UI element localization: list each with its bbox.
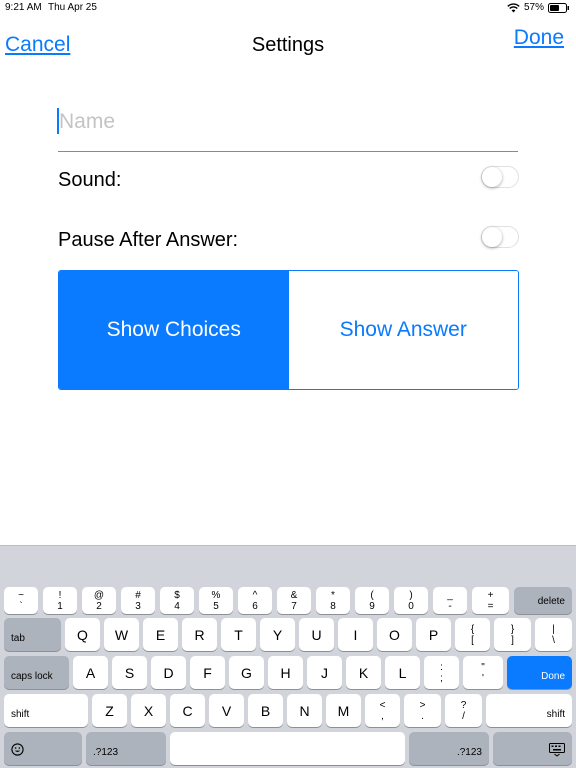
key-i[interactable]: I <box>338 618 373 651</box>
key-x[interactable]: X <box>131 694 166 727</box>
shift-right-key[interactable]: shift <box>486 694 572 727</box>
key-b[interactable]: B <box>248 694 283 727</box>
emoji-icon <box>11 743 24 759</box>
key-right-brace[interactable]: }] <box>494 618 531 651</box>
key-j[interactable]: J <box>307 656 342 689</box>
key-n[interactable]: N <box>287 694 322 727</box>
done-button[interactable]: Done <box>514 26 564 50</box>
name-field[interactable] <box>58 100 518 152</box>
key-y[interactable]: Y <box>260 618 295 651</box>
status-bar: 9:21 AM Thu Apr 25 57% <box>0 0 576 16</box>
pause-after-answer-toggle[interactable] <box>481 226 519 248</box>
keyboard-done-key[interactable]: Done <box>507 656 572 689</box>
key-tilde[interactable]: ~ ` <box>4 587 38 614</box>
key-k[interactable]: K <box>346 656 381 689</box>
key-c[interactable]: C <box>170 694 205 727</box>
wifi-icon <box>507 2 520 13</box>
key-comma[interactable]: <, <box>365 694 400 727</box>
key-minus[interactable]: _ - <box>433 587 467 614</box>
show-choices-segment[interactable]: Show Choices <box>59 271 289 389</box>
key-quote[interactable]: " ' <box>463 656 503 689</box>
status-time: 9:21 AM <box>5 2 42 13</box>
key-equals[interactable]: + = <box>472 587 509 614</box>
key-w[interactable]: W <box>104 618 139 651</box>
key-left-brace[interactable]: {[ <box>455 618 490 651</box>
key-q[interactable]: Q <box>65 618 100 651</box>
name-input[interactable] <box>58 106 518 138</box>
sound-toggle-knob <box>482 167 502 187</box>
key-r[interactable]: R <box>182 618 217 651</box>
key-f[interactable]: F <box>190 656 225 689</box>
key-g[interactable]: G <box>229 656 264 689</box>
numbers-right-key[interactable]: .?123 <box>409 732 489 765</box>
key-2[interactable]: @2 <box>82 587 116 614</box>
key-h[interactable]: H <box>268 656 303 689</box>
key-4[interactable]: $4 <box>160 587 194 614</box>
battery-percent: 57% <box>523 2 544 13</box>
key-z[interactable]: Z <box>92 694 127 727</box>
key-d[interactable]: D <box>151 656 186 689</box>
key-l[interactable]: L <box>385 656 420 689</box>
key-e[interactable]: E <box>143 618 178 651</box>
key-6[interactable]: ^ 6 <box>238 587 272 614</box>
key-5[interactable]: % 5 <box>199 587 233 614</box>
pause-toggle-knob <box>482 227 502 247</box>
key-s[interactable]: S <box>112 656 147 689</box>
key-o[interactable]: O <box>377 618 412 651</box>
key-a[interactable]: A <box>73 656 108 689</box>
key-0[interactable]: ) 0 <box>394 587 428 614</box>
key-1[interactable]: ! 1 <box>43 587 77 614</box>
key-p[interactable]: P <box>416 618 451 651</box>
keyboard-dismiss-key[interactable] <box>493 732 572 765</box>
tab-key[interactable]: tab <box>4 618 61 651</box>
sound-toggle[interactable] <box>481 166 519 188</box>
on-screen-keyboard: ~ ` ! 1 @2 #3 $4 % 5 ^ 6 & 7 * 8 (9 ) 0 _ - + = d… <box>0 545 576 768</box>
key-backslash[interactable]: | \ <box>535 618 572 651</box>
show-answer-segment[interactable]: Show Answer <box>288 271 518 389</box>
emoji-key[interactable] <box>4 732 82 765</box>
key-8[interactable]: * 8 <box>316 587 350 614</box>
keyboard-dismiss-icon <box>549 743 565 760</box>
shift-left-key[interactable]: shift <box>4 694 88 727</box>
numbers-left-key[interactable]: .?123 <box>86 732 166 765</box>
caps-lock-key[interactable]: caps lock <box>4 656 69 689</box>
key-t[interactable]: T <box>221 618 256 651</box>
key-9[interactable]: (9 <box>355 587 389 614</box>
key-semicolon[interactable]: :; <box>424 656 459 689</box>
key-7[interactable]: & 7 <box>277 587 311 614</box>
key-period[interactable]: >. <box>404 694 441 727</box>
status-date: Thu Apr 25 <box>48 2 97 13</box>
battery-icon <box>548 2 570 13</box>
key-slash[interactable]: ? / <box>445 694 482 727</box>
delete-key[interactable]: delete <box>514 587 572 614</box>
space-bar[interactable] <box>170 732 405 765</box>
page-title: Settings <box>251 34 325 56</box>
text-cursor <box>57 108 59 134</box>
status-right: 57% <box>507 2 570 13</box>
segmented-control: Show Choices Show Answer <box>58 270 519 390</box>
key-u[interactable]: U <box>299 618 334 651</box>
key-m[interactable]: M <box>326 694 361 727</box>
sound-label: Sound: <box>58 169 122 191</box>
key-3[interactable]: #3 <box>121 587 155 614</box>
pause-after-answer-label: Pause After Answer: <box>58 229 239 251</box>
key-v[interactable]: V <box>209 694 244 727</box>
